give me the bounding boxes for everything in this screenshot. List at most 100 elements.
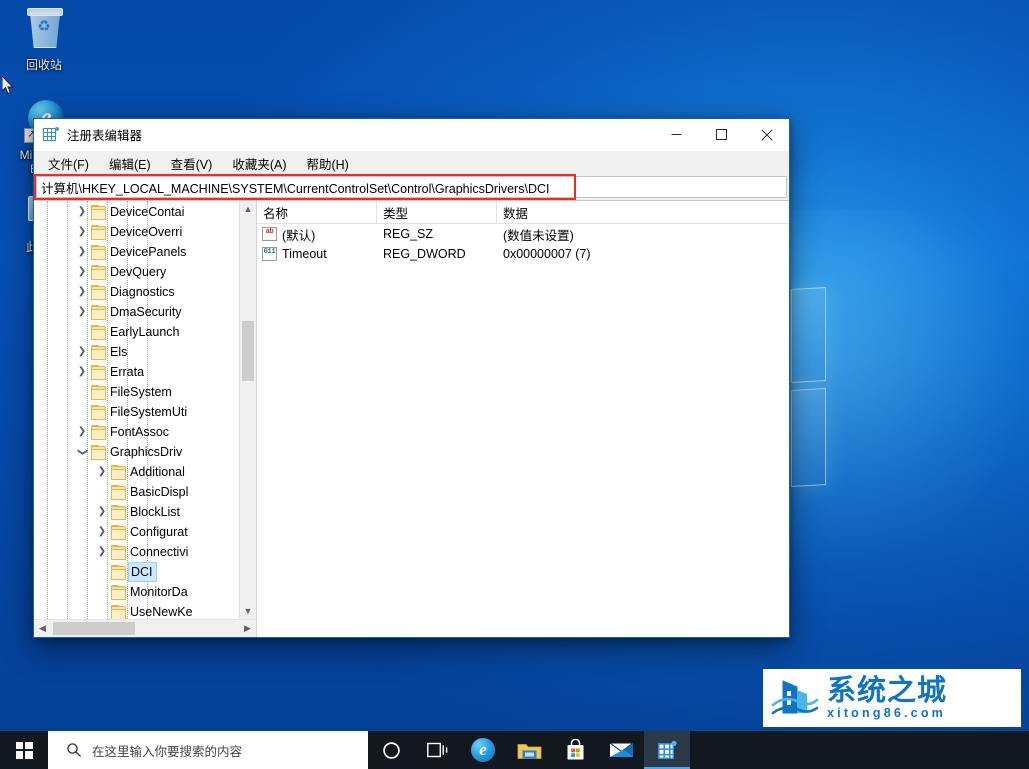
value-row[interactable]: ab(默认)REG_SZ(数值未设置) <box>257 224 789 244</box>
tree-item-els[interactable]: ❯ Els <box>34 342 239 362</box>
tree-item-label: Els <box>110 343 127 361</box>
chevron-right-icon[interactable]: ❯ <box>74 422 90 442</box>
menu-item-view[interactable]: 查看(V) <box>161 151 223 176</box>
tree-item-basicdispl[interactable]: BasicDispl <box>34 482 239 502</box>
menu-item-help[interactable]: 帮助(H) <box>296 151 358 176</box>
taskbar-item-task-view[interactable] <box>414 731 460 769</box>
tree-vertical-scrollbar[interactable]: ▲ ▼ <box>239 201 256 619</box>
tree-item-label: BasicDispl <box>130 483 188 501</box>
folder-icon <box>90 285 106 299</box>
chevron-right-icon[interactable]: ❯ <box>74 222 90 242</box>
taskbar-item-cortana[interactable] <box>368 731 414 769</box>
column-header-type[interactable]: 类型 <box>377 201 497 223</box>
taskbar-item-microsoft-store[interactable] <box>552 731 598 769</box>
tree-vscroll-track[interactable] <box>240 217 256 603</box>
tree-item-label: MonitorDa <box>130 583 188 601</box>
registry-key-tree-pane: ❯DeviceContai❯DeviceOverri❯DevicePanels❯… <box>34 201 257 637</box>
tree-horizontal-scrollbar[interactable]: ◀ ▶ <box>34 619 256 637</box>
folder-icon <box>90 305 106 319</box>
tree-item-additional[interactable]: ❯Additional <box>34 462 239 482</box>
menu-item-edit[interactable]: 编辑(E) <box>99 151 161 176</box>
registry-editor-icon <box>656 739 678 761</box>
folder-icon <box>110 485 126 499</box>
registry-key-tree[interactable]: ❯DeviceContai❯DeviceOverri❯DevicePanels❯… <box>34 201 239 619</box>
folder-icon <box>517 740 542 761</box>
column-header-name[interactable]: 名称 <box>257 201 377 223</box>
chevron-right-icon[interactable]: ❯ <box>74 262 90 282</box>
chevron-right-icon[interactable]: ❯ <box>94 542 110 562</box>
tree-item-devicecontai[interactable]: ❯DeviceContai <box>34 202 239 222</box>
windows-hero-pane-top <box>791 287 826 383</box>
minimize-button[interactable] <box>654 119 699 150</box>
window-titlebar[interactable]: 注册表编辑器 <box>34 119 789 151</box>
tree-item-filesystem[interactable]: FileSystem <box>34 382 239 402</box>
chevron-right-icon[interactable]: ❯ <box>74 302 90 322</box>
folder-icon <box>90 385 106 399</box>
tree-item-label: DevQuery <box>110 263 166 281</box>
value-name-text: Timeout <box>282 247 327 261</box>
menu-item-file[interactable]: 文件(F) <box>38 151 99 176</box>
chevron-right-icon[interactable]: ❯ <box>74 202 90 222</box>
taskbar-item-file-explorer[interactable] <box>506 731 552 769</box>
folder-icon <box>90 425 106 439</box>
tree-item-blocklist[interactable]: ❯ BlockList <box>34 502 239 522</box>
chevron-right-icon[interactable]: ❯ <box>74 282 90 302</box>
tree-item-label: UseNewKe <box>130 603 193 619</box>
tree-vscroll-thumb[interactable] <box>242 321 254 381</box>
tree-item-dmasecurity[interactable]: ❯ DmaSecurity <box>34 302 239 322</box>
value-name-cell: 011Timeout <box>257 247 377 261</box>
tree-item-label: DmaSecurity <box>110 303 182 321</box>
registry-path-input[interactable]: 计算机\HKEY_LOCAL_MACHINE\SYSTEM\CurrentCon… <box>36 176 787 198</box>
tree-item-configurat[interactable]: ❯Configurat <box>34 522 239 542</box>
chevron-right-icon[interactable]: ▶ <box>239 620 256 637</box>
chevron-right-icon[interactable]: ❯ <box>94 522 110 542</box>
value-row[interactable]: 011TimeoutREG_DWORD0x00000007 (7) <box>257 244 789 264</box>
chevron-right-icon[interactable]: ❯ <box>74 362 90 382</box>
taskbar-search-box[interactable]: 在这里输入你要搜索的内容 <box>48 731 368 769</box>
tree-item-connectivi[interactable]: ❯Connectivi <box>34 542 239 562</box>
chevron-down-icon[interactable]: ❯ <box>72 444 92 460</box>
mail-envelope-icon <box>609 741 634 759</box>
taskbar-item-mail[interactable] <box>598 731 644 769</box>
chevron-up-icon[interactable]: ▲ <box>240 201 256 217</box>
close-button[interactable] <box>744 119 789 150</box>
tree-hscroll-track[interactable] <box>51 620 239 637</box>
tree-item-usenewke[interactable]: UseNewKe <box>34 602 239 619</box>
task-view-icon <box>427 741 448 759</box>
tree-item-graphicsdriv[interactable]: ❯GraphicsDriv <box>34 442 239 462</box>
chevron-right-icon[interactable]: ❯ <box>74 242 90 262</box>
desktop-icon-recycle-bin[interactable]: ♻ 回收站 <box>6 8 82 72</box>
registry-editor-window: 注册表编辑器 文件(F) 编辑(E) 查看(V) 收藏夹(A) 帮助(H) 计算… <box>33 118 790 638</box>
search-icon <box>66 742 82 758</box>
tree-item-label: DevicePanels <box>110 243 186 261</box>
chevron-right-icon[interactable]: ❯ <box>74 342 90 362</box>
tree-item-dci[interactable]: DCI <box>34 562 239 582</box>
tree-item-monitorda[interactable]: MonitorDa <box>34 582 239 602</box>
tree-item-label: BlockList <box>130 503 180 521</box>
tree-item-earlylaunch[interactable]: EarlyLaunch <box>34 322 239 342</box>
chevron-down-icon[interactable]: ▼ <box>240 603 256 619</box>
tree-item-deviceoverri[interactable]: ❯DeviceOverri <box>34 222 239 242</box>
chevron-right-icon[interactable]: ❯ <box>94 462 110 482</box>
menu-item-favorites[interactable]: 收藏夹(A) <box>222 151 296 176</box>
values-column-header: 名称 类型 数据 <box>257 201 789 224</box>
maximize-button[interactable] <box>699 119 744 150</box>
chevron-left-icon[interactable]: ◀ <box>34 620 51 637</box>
windows-logo-icon <box>16 742 33 759</box>
taskbar-item-registry-editor[interactable] <box>644 731 690 769</box>
tree-item-diagnostics[interactable]: ❯Diagnostics <box>34 282 239 302</box>
tree-item-devquery[interactable]: ❯ DevQuery <box>34 262 239 282</box>
values-list[interactable]: ab(默认)REG_SZ(数值未设置)011TimeoutREG_DWORD0x… <box>257 224 789 637</box>
column-header-data[interactable]: 数据 <box>497 201 789 223</box>
tree-hscroll-thumb[interactable] <box>53 622 135 635</box>
folder-icon <box>90 405 106 419</box>
chevron-right-icon[interactable]: ❯ <box>94 502 110 522</box>
taskbar-item-edge[interactable]: e <box>460 731 506 769</box>
tree-item-devicepanels[interactable]: ❯ DevicePanels <box>34 242 239 262</box>
tree-item-errata[interactable]: ❯Errata <box>34 362 239 382</box>
registry-values-pane: 名称 类型 数据 ab(默认)REG_SZ(数值未设置)011TimeoutRE… <box>257 201 789 637</box>
tree-item-filesystemuti[interactable]: FileSystemUti <box>34 402 239 422</box>
folder-icon <box>110 525 126 539</box>
tree-item-fontassoc[interactable]: ❯FontAssoc <box>34 422 239 442</box>
start-button[interactable] <box>0 731 48 769</box>
